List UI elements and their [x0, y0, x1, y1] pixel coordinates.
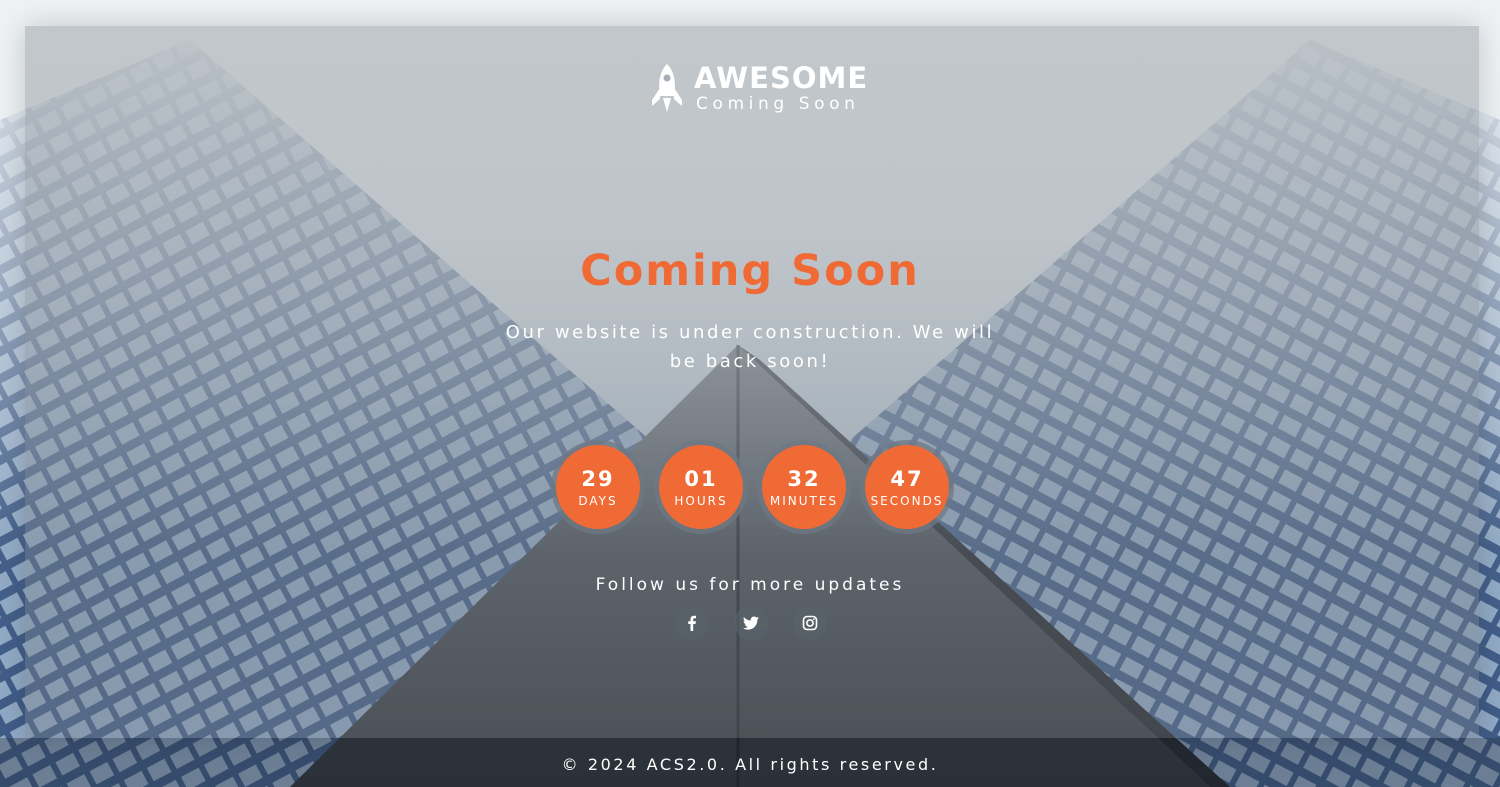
facebook-icon — [688, 615, 696, 631]
page-title: Coming Soon — [580, 246, 920, 296]
logo-title: AWESOME — [694, 61, 869, 95]
instagram-icon — [802, 615, 818, 631]
countdown-minutes: 32 MINUTES — [757, 440, 851, 534]
countdown-label: MINUTES — [769, 494, 839, 508]
countdown-timer: 29 DAYS 01 HOURS 32 MINUTES 47 SECONDS — [551, 440, 963, 534]
countdown-value: 32 — [787, 467, 821, 491]
follow-heading: Follow us for more updates — [595, 575, 905, 595]
facebook-link[interactable] — [675, 606, 709, 640]
countdown-value: 01 — [684, 467, 718, 491]
social-links — [675, 606, 852, 640]
countdown-hours: 01 HOURS — [654, 440, 748, 534]
countdown-days: 29 DAYS — [551, 440, 645, 534]
countdown-label: DAYS — [578, 494, 618, 508]
logo: AWESOME Coming Soon — [648, 62, 868, 114]
construction-message: Our website is under construction. We wi… — [505, 322, 995, 372]
countdown-value: 47 — [890, 467, 924, 491]
twitter-icon — [742, 616, 759, 630]
countdown-label: HOURS — [674, 494, 728, 508]
twitter-link[interactable] — [734, 606, 768, 640]
rocket-icon — [652, 64, 682, 112]
logo-subtitle: Coming Soon — [696, 94, 860, 114]
countdown-label: SECONDS — [870, 494, 944, 508]
copyright-text: © 2024 ACS2.0. All rights reserved. — [561, 755, 939, 774]
instagram-link[interactable] — [793, 606, 827, 640]
countdown-seconds: 47 SECONDS — [860, 440, 954, 534]
countdown-value: 29 — [581, 467, 615, 491]
